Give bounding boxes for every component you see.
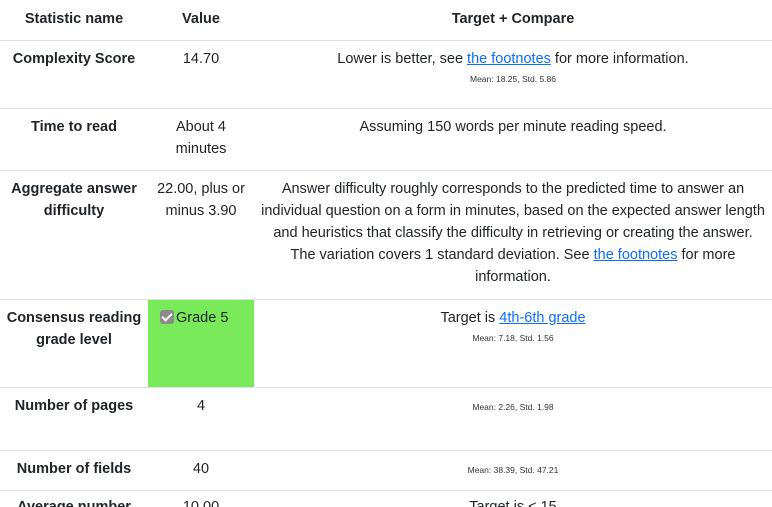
target-compare: Mean: 2.26, Std. 1.98 [254,387,772,451]
table-row-reading-grade-level: Consensus reading grade level Grade 5 Ta… [0,299,772,388]
statistic-value: 4 [148,387,254,451]
statistic-value: 22.00, plus or minus 3.90 [148,170,254,300]
table-row-average-number: Average number 10.00 Target is < 15 [0,490,772,507]
statistic-name: Number of fields [0,450,148,491]
target-text: Target is [440,310,500,326]
mean-std-stats: Mean: 2.26, Std. 1.98 [472,402,554,412]
target-compare: Target is 4th-6th grade Mean: 7.18, Std.… [254,299,772,388]
statistic-name: Average number [0,490,148,507]
grade-value-cell: Grade 5 [148,299,254,388]
mean-std-stats: Mean: 18.25, Std. 5.86 [469,74,556,84]
target-compare: Lower is better, see the footnotes for m… [254,40,772,109]
target-compare: Assuming 150 words per minute reading sp… [254,108,772,171]
statistic-name: Aggregate answer difficulty [0,170,148,300]
header-statistic-name: Statistic name [0,2,148,41]
table-row-complexity-score: Complexity Score 14.70 Lower is better, … [0,40,772,109]
statistics-table: Statistic name Value Target + Compare Co… [0,2,772,507]
statistic-value: 40 [148,450,254,491]
target-text-suffix: for more information. [550,51,689,67]
statistic-value: 14.70 [148,40,254,109]
target-compare: Target is < 15 [254,490,772,507]
target-text: Lower is better, see [337,51,468,67]
statistic-value: 10.00 [148,490,254,507]
checkmark-checkbox-icon[interactable] [160,310,174,324]
table-row-number-of-pages: Number of pages 4 Mean: 2.26, Std. 1.98 [0,387,772,451]
statistic-name: Consensus reading grade level [0,299,148,388]
statistic-value: Grade 5 [176,310,229,326]
statistic-name: Number of pages [0,387,148,451]
table-row-time-to-read: Time to read About 4 minutes Assuming 15… [0,108,772,171]
statistic-name: Complexity Score [0,40,148,109]
mean-std-stats: Mean: 38.39, Std. 47.21 [467,465,559,475]
target-compare: Mean: 38.39, Std. 47.21 [254,450,772,491]
table-row-number-of-fields: Number of fields 40 Mean: 38.39, Std. 47… [0,450,772,491]
table-row-answer-difficulty: Aggregate answer difficulty 22.00, plus … [0,170,772,300]
header-target-compare: Target + Compare [254,2,772,41]
footnotes-link[interactable]: the footnotes [467,51,551,67]
target-compare: Answer difficulty roughly corresponds to… [254,170,772,300]
footnotes-link[interactable]: the footnotes [594,247,678,263]
grade-target-link[interactable]: 4th-6th grade [499,310,585,326]
header-row: Statistic name Value Target + Compare [0,2,772,41]
statistic-value: About 4 minutes [148,108,254,171]
statistic-name: Time to read [0,108,148,171]
mean-std-stats: Mean: 7.18, Std. 1.56 [472,333,554,343]
header-value: Value [148,2,254,41]
